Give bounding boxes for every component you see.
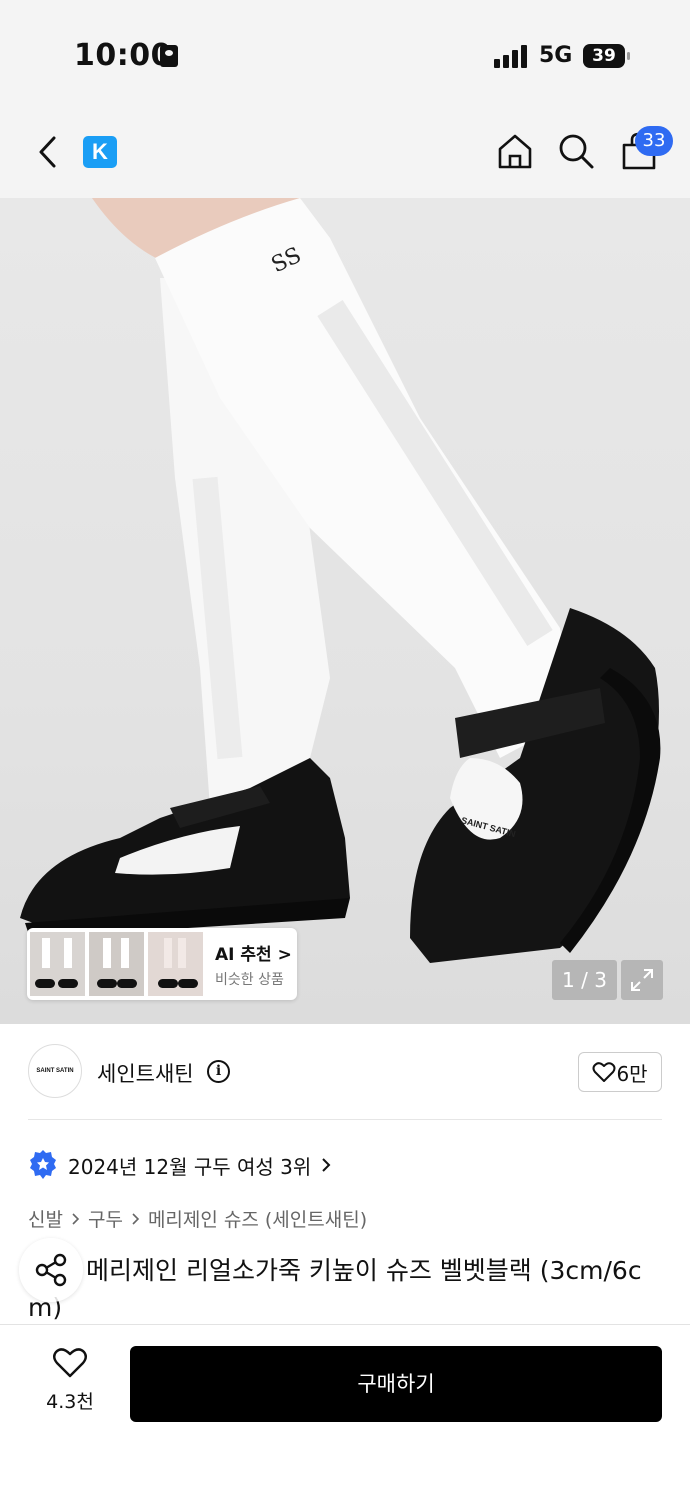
ranking-text: 2024년 12월 구두 여성 3위: [68, 1154, 312, 1179]
breadcrumb-item[interactable]: 신발: [28, 1205, 63, 1232]
search-button[interactable]: [555, 130, 597, 172]
divider: [28, 1119, 662, 1120]
id-card-icon: [160, 45, 178, 67]
signal-icon: [494, 44, 530, 68]
product-title: 메리제인 리얼소가죽 키높이 슈즈 벨벳블랙 (3cm/6cm): [28, 1256, 642, 1322]
breadcrumb: 신발 구두 메리제인 슈즈 (세인트새틴): [28, 1205, 367, 1232]
battery-icon: 39: [583, 44, 630, 68]
product-image-gallery[interactable]: SS SAINT SATIN AI 추천 > 비슷한 상품 1 / 3: [0, 198, 690, 1024]
chevron-right-icon: [72, 1212, 80, 1225]
status-bar: 10:00 5G 39: [0, 0, 690, 100]
app-logo[interactable]: K: [83, 136, 117, 168]
chevron-right-icon: [132, 1212, 140, 1225]
badge-icon: [30, 1150, 56, 1179]
back-button[interactable]: [28, 130, 68, 174]
ai-recommend-panel[interactable]: AI 추천 > 비슷한 상품: [27, 928, 297, 1000]
thumbnail-3[interactable]: [148, 932, 203, 996]
ai-recommend-label[interactable]: AI 추천 > 비슷한 상품: [215, 940, 292, 989]
breadcrumb-item[interactable]: 메리제인 슈즈 (세인트새틴): [148, 1205, 367, 1232]
ai-recommend-title: AI 추천 >: [215, 944, 292, 965]
thumbnail-2[interactable]: [89, 932, 144, 996]
share-icon: [35, 1253, 67, 1287]
bottom-action-bar: 4.3천 구매하기: [0, 1324, 690, 1500]
heart-icon: [592, 1062, 616, 1082]
expand-icon: [631, 969, 653, 991]
network-label: 5G: [539, 43, 573, 68]
wishlist-button[interactable]: 4.3천: [30, 1347, 110, 1414]
brand-name[interactable]: 세인트새틴: [97, 1058, 194, 1088]
product-photo: SS SAINT SATIN: [20, 198, 661, 963]
back-icon: [39, 136, 56, 168]
search-icon: [559, 134, 594, 169]
brand-logo[interactable]: SAINT SATIN: [28, 1044, 82, 1098]
breadcrumb-item[interactable]: 구두: [88, 1205, 123, 1232]
expand-button[interactable]: [621, 960, 663, 1000]
ai-recommend-subtitle: 비슷한 상품: [215, 971, 284, 988]
info-icon[interactable]: i: [207, 1060, 230, 1083]
top-nav: K: [0, 100, 690, 198]
share-button[interactable]: [19, 1238, 83, 1302]
heart-icon: [53, 1348, 87, 1378]
page-indicator: 1 / 3: [552, 960, 617, 1000]
brand-like-button[interactable]: 6만: [578, 1052, 662, 1092]
chevron-right-icon: [322, 1158, 331, 1172]
wishlist-count: 4.3천: [46, 1391, 94, 1413]
status-time: 10:00: [74, 38, 172, 73]
brand-row: SAINT SATIN 세인트새틴 i 6만: [0, 1024, 690, 1120]
thumbnail-1[interactable]: [30, 932, 85, 996]
home-button[interactable]: [494, 130, 536, 172]
home-icon: [498, 134, 532, 169]
ranking-row[interactable]: 2024년 12월 구두 여성 3위: [28, 1150, 331, 1180]
cart-count-badge: 33: [635, 126, 673, 156]
buy-button[interactable]: 구매하기: [130, 1346, 662, 1422]
brand-like-count: 6만: [616, 1061, 648, 1086]
